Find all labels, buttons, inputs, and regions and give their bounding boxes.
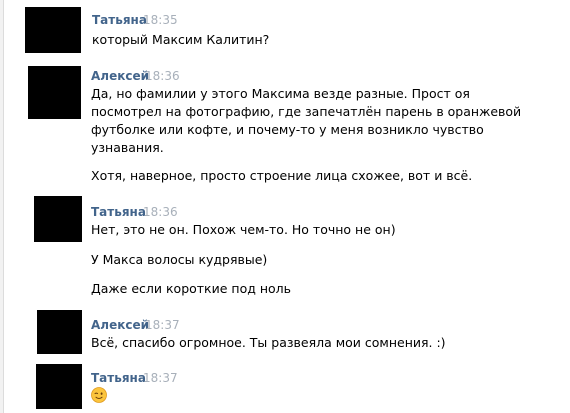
panel-edge — [0, 0, 4, 413]
avatar[interactable] — [37, 310, 82, 354]
chat-history: Татьяна 18:35 который Максим Калитин? Ал… — [0, 0, 570, 413]
message-text: Всё, спасибо огромное. Ты развеяла мои с… — [91, 335, 446, 350]
message-time[interactable]: 18:36 — [145, 69, 180, 83]
author-name[interactable]: Алексей — [91, 318, 149, 332]
message-text: узнавания. — [91, 140, 164, 155]
author-name[interactable]: Татьяна — [92, 13, 147, 27]
avatar[interactable] — [36, 364, 82, 409]
message-text: который Максим Калитин? — [92, 32, 270, 47]
author-name[interactable]: Татьяна — [91, 205, 146, 219]
author-name[interactable]: Татьяна — [91, 371, 146, 385]
message-text: футболке или кофте, и почему-то у меня в… — [91, 122, 484, 137]
message-text: Хотя, наверное, просто строение лица схо… — [91, 168, 473, 183]
message-text: Нет, это не он. Похож чем-то. Но точно н… — [91, 222, 396, 237]
avatar[interactable] — [28, 66, 81, 119]
message-text: Да, но фамилии у этого Максима везде раз… — [91, 86, 470, 101]
message-text: Даже если короткие под ноль — [91, 281, 292, 296]
message-time[interactable]: 18:36 — [143, 205, 178, 219]
wink-emoji-icon — [91, 387, 107, 403]
message-time[interactable]: 18:37 — [145, 318, 180, 332]
author-name[interactable]: Алексей — [91, 69, 149, 83]
avatar[interactable] — [34, 196, 82, 242]
message-time[interactable]: 18:35 — [143, 13, 178, 27]
message-text: У Макса волосы кудрявые) — [91, 252, 268, 267]
avatar[interactable] — [25, 7, 81, 53]
message-time[interactable]: 18:37 — [143, 371, 178, 385]
message-text: посмотрел на фотографию, где запечатлён … — [91, 104, 522, 119]
